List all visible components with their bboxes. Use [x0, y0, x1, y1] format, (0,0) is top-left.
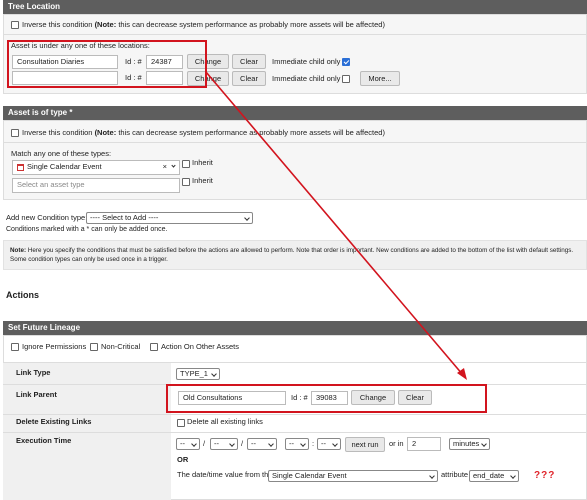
annotation-arrow [205, 71, 467, 380]
arrow-line [205, 71, 464, 376]
